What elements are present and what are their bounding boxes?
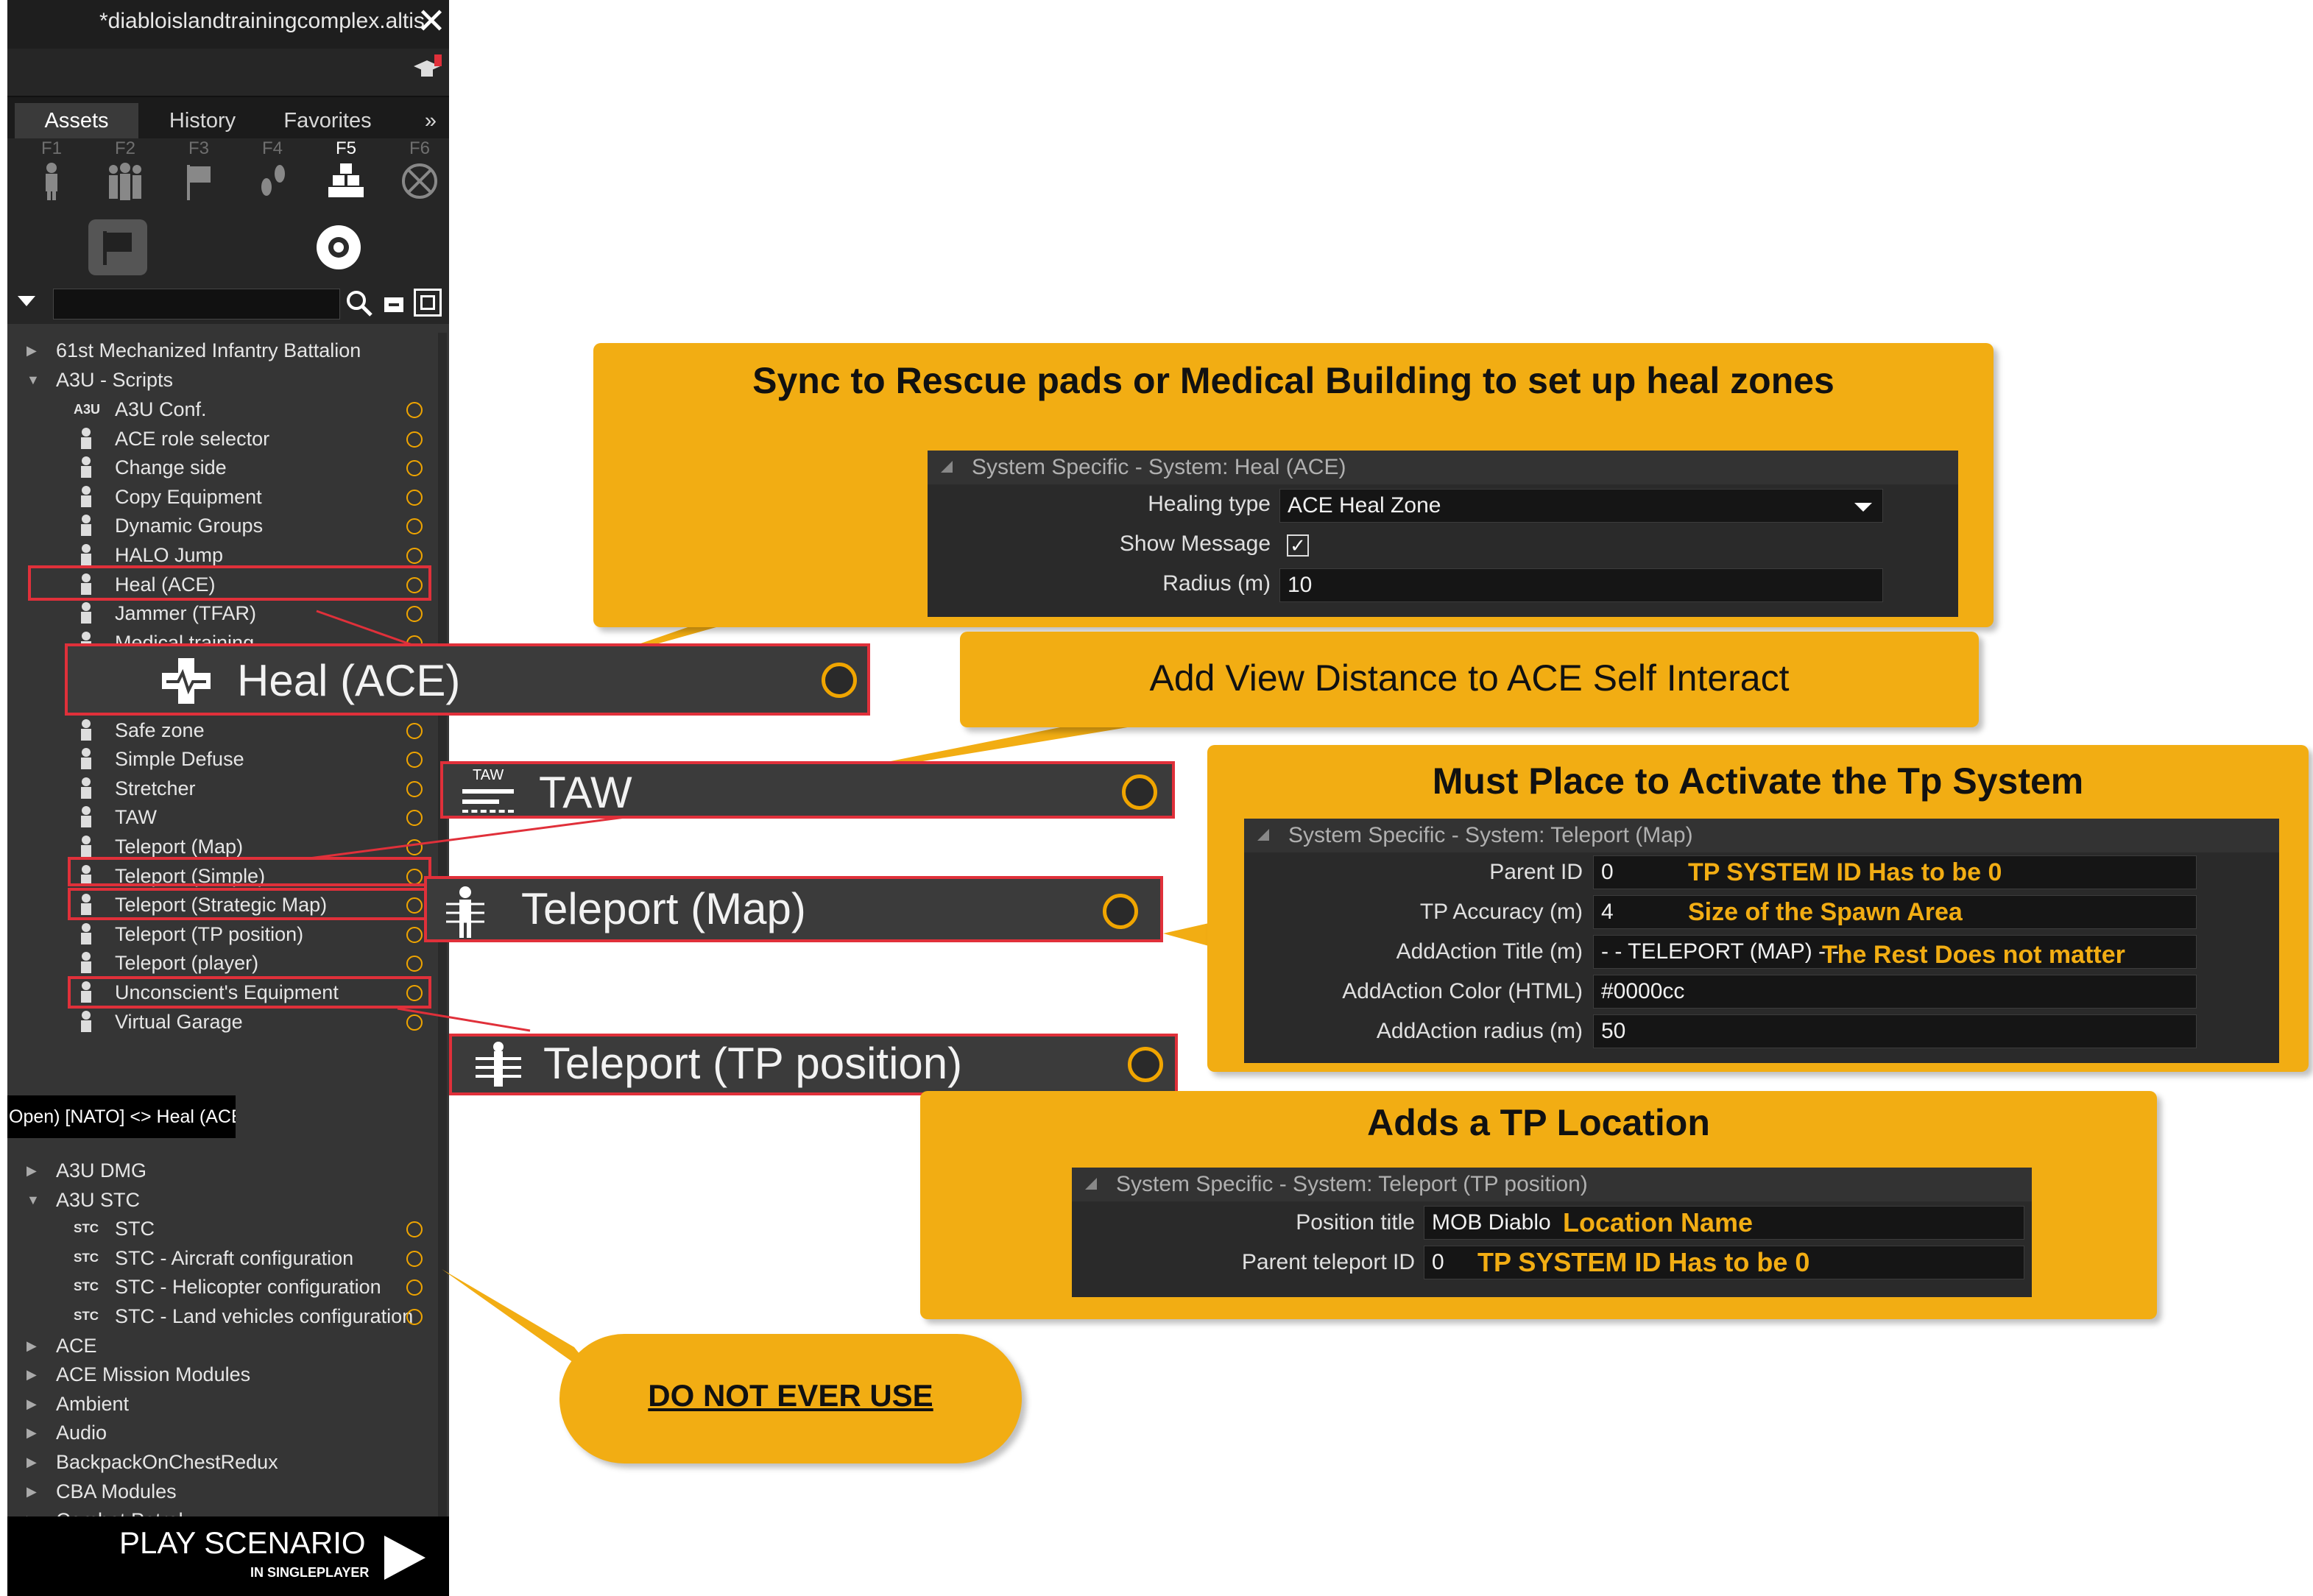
zoom-teleport-tp: Teleport (TP position) — [449, 1034, 1178, 1095]
note-tp-system-id: TP SYSTEM ID Has to be 0 — [1477, 1247, 1810, 1277]
tp-position-properties-panel: System Specific - System: Teleport (TP p… — [1072, 1168, 2032, 1297]
healing-type-select[interactable]: ACE Heal Zone — [1279, 489, 1883, 523]
heal-panel-header: System Specific - System: Heal (ACE) — [928, 451, 1958, 484]
zoom-teleport-map: Teleport (Map) — [424, 876, 1163, 942]
callout-taw: Add View Distance to ACE Self Interact — [960, 632, 1979, 727]
parent-id-field[interactable]: 0 TP SYSTEM ID Has to be 0 — [1593, 855, 2197, 889]
callout-stc: DO NOT EVER USE — [559, 1334, 1022, 1463]
radius-field[interactable]: 10 — [1279, 568, 1883, 602]
teleport-position-icon — [473, 1041, 524, 1092]
tp-accuracy-field[interactable]: 4 Size of the Spawn Area — [1593, 895, 2197, 929]
callout-tp-map: Must Place to Activate the Tp System Sys… — [1207, 745, 2309, 1072]
collapse-triangle-icon[interactable] — [1257, 829, 1269, 841]
note-parent-id: TP SYSTEM ID Has to be 0 — [1688, 858, 2002, 886]
callout-tp-position-title: Adds a TP Location — [1367, 1102, 1710, 1143]
note-tp-accuracy: Size of the Spawn Area — [1688, 898, 1963, 926]
callout-heal-title: Sync to Rescue pads or Medical Building … — [752, 360, 1834, 401]
ace-badge-icon — [1128, 1047, 1163, 1082]
note-location-name: Location Name — [1563, 1207, 1754, 1237]
parent-teleport-id-field[interactable]: 0 TP SYSTEM ID Has to be 0 — [1424, 1246, 2024, 1279]
callout-tp-map-title: Must Place to Activate the Tp System — [1432, 760, 2084, 802]
addaction-radius-field[interactable]: 50 — [1593, 1014, 2197, 1048]
ace-badge-icon — [1103, 894, 1138, 929]
position-title-field[interactable]: MOB Diablo Location Name — [1424, 1206, 2024, 1240]
collapse-triangle-icon[interactable] — [1085, 1178, 1097, 1190]
callout-heal: Sync to Rescue pads or Medical Building … — [593, 343, 1994, 627]
tp-map-panel-header: System Specific - System: Teleport (Map) — [1244, 819, 2279, 852]
ace-badge-icon — [822, 663, 857, 698]
callout-tp-position: Adds a TP Location System Specific - Sys… — [920, 1091, 2157, 1319]
heal-properties-panel: System Specific - System: Heal (ACE) Hea… — [928, 451, 1958, 617]
teleport-icon — [443, 885, 487, 939]
tp-map-properties-panel: System Specific - System: Teleport (Map)… — [1244, 819, 2279, 1063]
show-message-checkbox[interactable]: ✓ — [1287, 534, 1309, 557]
callout-stc-text: DO NOT EVER USE — [648, 1378, 933, 1413]
taw-icon: TAW — [459, 767, 518, 816]
addaction-title-field[interactable]: - - TELEPORT (MAP) - - The Rest Does not … — [1593, 935, 2197, 969]
callout-taw-text: Add View Distance to ACE Self Interact — [1149, 657, 1790, 699]
heal-cross-icon — [159, 657, 213, 705]
addaction-color-field[interactable]: #0000cc — [1593, 975, 2197, 1009]
chevron-down-icon — [1854, 503, 1872, 512]
zoom-taw: TAW TAW — [440, 761, 1175, 819]
collapse-triangle-icon[interactable] — [941, 461, 953, 473]
ace-badge-icon — [1122, 774, 1157, 810]
tp-position-panel-header: System Specific - System: Teleport (TP p… — [1072, 1168, 2032, 1201]
note-addaction-title: The Rest Does not matter — [1822, 941, 2125, 969]
zoom-heal-ace: Heal (ACE) — [65, 643, 870, 716]
